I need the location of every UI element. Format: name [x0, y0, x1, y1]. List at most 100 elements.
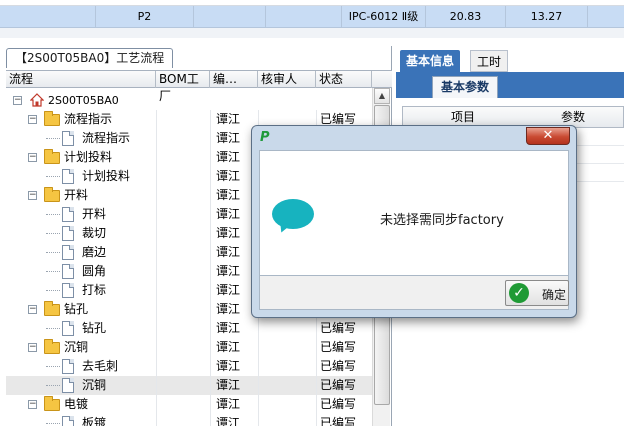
- editor-cell: 谭江: [216, 359, 241, 373]
- grid-cell-value-1: 20.83: [426, 6, 506, 28]
- tree-node-label: 沉铜: [82, 378, 107, 392]
- ok-button[interactable]: ✓ 确定: [505, 280, 569, 306]
- column-divider: [210, 338, 211, 357]
- folder-icon: [44, 396, 60, 411]
- tree-connector: [46, 176, 60, 177]
- tree-node-label: 板镀: [82, 416, 107, 426]
- tree-node-label: 计划投料: [82, 169, 131, 183]
- column-divider: [156, 148, 157, 167]
- col-header-param[interactable]: 参数: [523, 107, 623, 127]
- collapse-icon[interactable]: −: [28, 153, 37, 162]
- document-icon: [62, 264, 74, 279]
- column-divider: [210, 224, 211, 243]
- message-dialog: P ✕ 未选择需同步factory ✓ 确定: [251, 125, 577, 318]
- column-divider: [316, 395, 317, 414]
- tree-item-row[interactable]: 去毛刺 谭江 已编写: [6, 357, 372, 376]
- column-divider: [210, 414, 211, 426]
- tree-node-label: 电镀: [64, 397, 89, 411]
- column-divider: [156, 224, 157, 243]
- editor-cell: 谭江: [216, 283, 241, 297]
- editor-cell: 谭江: [216, 150, 241, 164]
- column-divider: [156, 300, 157, 319]
- tree-item-row[interactable]: 板镀 谭江 已编写: [6, 414, 372, 426]
- editor-cell: 谭江: [216, 416, 241, 426]
- process-flow-tab[interactable]: 【2S00T05BA0】工艺流程: [6, 48, 174, 68]
- editor-cell: 谭江: [216, 188, 241, 202]
- editor-cell: 谭江: [216, 131, 241, 145]
- editor-cell: 谭江: [216, 112, 241, 126]
- scroll-up-arrow-icon[interactable]: ▲: [374, 88, 390, 104]
- document-icon: [62, 359, 74, 374]
- grid-cell-value-2: 13.27: [506, 6, 588, 28]
- tab-strip-background: [396, 72, 624, 98]
- column-divider: [156, 243, 157, 262]
- tree-item-row[interactable]: 沉铜 谭江 已编写: [6, 376, 372, 395]
- tree-connector: [46, 290, 60, 291]
- home-icon: [30, 93, 44, 107]
- col-header-item[interactable]: 项目: [403, 107, 523, 127]
- document-icon: [62, 378, 74, 393]
- grid-bottom-strip: [0, 28, 624, 38]
- tree-root-row[interactable]: − 2S00T05BA0: [6, 91, 372, 110]
- column-divider: [210, 148, 211, 167]
- column-divider: [210, 319, 211, 338]
- col-header-status[interactable]: 状态: [316, 71, 372, 88]
- tree-node-label: 磨边: [82, 245, 107, 259]
- col-header-flow[interactable]: 流程: [6, 71, 156, 88]
- tab-basic-params[interactable]: 基本参数: [432, 76, 499, 98]
- top-data-grid: P2 IPC-6012 Ⅱ级 20.83 13.27: [0, 0, 624, 38]
- column-divider: [210, 167, 211, 186]
- editor-cell: 谭江: [216, 321, 241, 335]
- tree-header: 流程 BOM工厂 编… 核审人 状态: [6, 70, 392, 103]
- collapse-icon[interactable]: −: [28, 305, 37, 314]
- editor-cell: 谭江: [216, 226, 241, 240]
- col-header-reviewer[interactable]: 核审人: [258, 71, 316, 88]
- dialog-titlebar[interactable]: P ✕: [252, 126, 576, 150]
- column-divider: [258, 338, 259, 357]
- tree-node-label: 流程指示: [82, 131, 131, 145]
- editor-cell: 谭江: [216, 169, 241, 183]
- tree-connector: [46, 233, 60, 234]
- tree-folder-row[interactable]: − 沉铜 谭江 已编写: [6, 338, 372, 357]
- collapse-icon[interactable]: −: [28, 115, 37, 124]
- grid-cell-empty: [266, 6, 342, 28]
- column-divider: [210, 186, 211, 205]
- col-header-bom-factory[interactable]: BOM工厂: [156, 71, 210, 103]
- tree-node-label: 开料: [64, 188, 89, 202]
- column-divider: [156, 205, 157, 224]
- tree-connector: [46, 252, 60, 253]
- column-divider: [156, 129, 157, 148]
- dialog-close-button[interactable]: ✕: [526, 127, 570, 145]
- editor-cell: 谭江: [216, 264, 241, 278]
- ok-button-label: 确定: [542, 288, 567, 302]
- column-divider: [210, 262, 211, 281]
- grid-cell-empty: [0, 6, 96, 28]
- collapse-icon[interactable]: −: [28, 343, 37, 352]
- column-divider: [316, 338, 317, 357]
- column-divider: [258, 319, 259, 338]
- tree-connector: [46, 366, 60, 367]
- tree-node-label: 沉铜: [64, 340, 89, 354]
- tab-work-hours[interactable]: 工时: [470, 50, 509, 72]
- collapse-icon[interactable]: −: [13, 96, 22, 105]
- column-divider: [210, 243, 211, 262]
- collapse-icon[interactable]: −: [28, 191, 37, 200]
- tree-node-label: 流程指示: [64, 112, 113, 126]
- collapse-icon[interactable]: −: [28, 400, 37, 409]
- folder-icon: [44, 187, 60, 202]
- document-icon: [62, 207, 74, 222]
- tree-item-row[interactable]: 钻孔 谭江 已编写: [6, 319, 372, 338]
- tree-connector: [46, 328, 60, 329]
- column-divider: [210, 357, 211, 376]
- column-divider: [210, 395, 211, 414]
- tree-folder-row[interactable]: − 电镀 谭江 已编写: [6, 395, 372, 414]
- column-divider: [316, 319, 317, 338]
- column-divider: [210, 110, 211, 129]
- document-icon: [62, 169, 74, 184]
- col-header-editor[interactable]: 编…: [210, 71, 258, 88]
- column-divider: [156, 319, 157, 338]
- tab-basic-info[interactable]: 基本信息: [400, 50, 461, 72]
- column-divider: [258, 395, 259, 414]
- tree-node-label: 打标: [82, 283, 107, 297]
- document-icon: [62, 131, 74, 146]
